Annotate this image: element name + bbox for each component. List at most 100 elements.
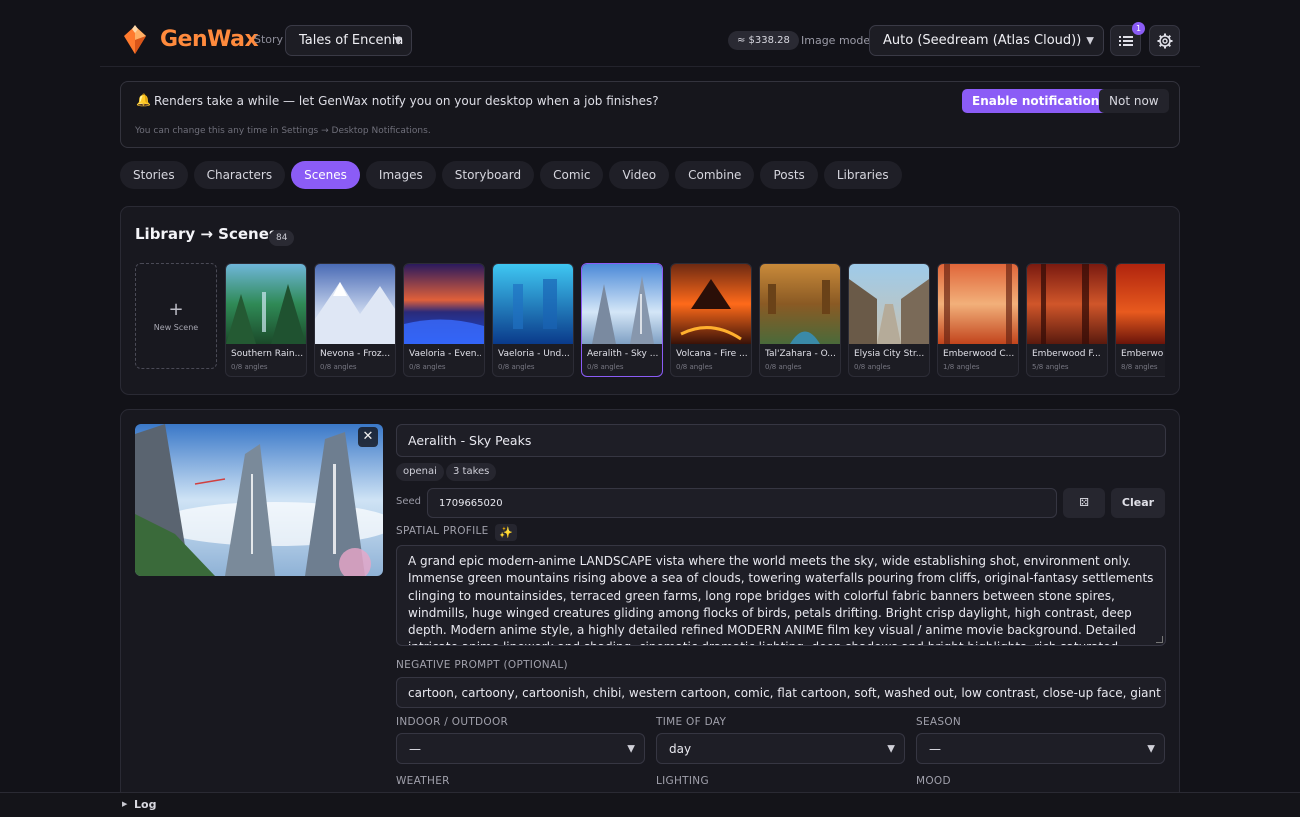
scene-card[interactable]: Vaeloria - Und... 0/8 angles	[492, 263, 574, 377]
main-tabs: Stories Characters Scenes Images Storybo…	[120, 161, 902, 189]
prompt-text: A grand epic modern-anime LANDSCAPE vist…	[408, 554, 1154, 645]
scene-name-input[interactable]: Aeralith - Sky Peaks	[396, 424, 1166, 457]
scene-card[interactable]: Nevona - Froz... 0/8 angles	[314, 263, 396, 377]
indoor-outdoor-select[interactable]: — ▼	[396, 733, 645, 764]
scene-thumbnail-strip: Southern Rain... 0/8 angles Nevona - Fro…	[225, 263, 1165, 379]
enable-notifications-button[interactable]: Enable notifications	[962, 89, 1117, 113]
scene-thumbnail-image	[493, 264, 573, 344]
tab-video[interactable]: Video	[609, 161, 670, 189]
scene-angles: 0/8 angles	[854, 363, 891, 371]
new-scene-button[interactable]: + New Scene	[135, 263, 217, 369]
sparkle-icon[interactable]: ✨	[495, 524, 517, 541]
tab-storyboard[interactable]: Storyboard	[441, 161, 535, 189]
scene-card[interactable]: Emberwo 8/8 angles	[1115, 263, 1165, 377]
image-model-select[interactable]: Auto (Seedream (Atlas Cloud)) ▼	[869, 25, 1104, 56]
season-value: —	[929, 741, 941, 756]
scene-card[interactable]: Volcana - Fire ... 0/8 angles	[670, 263, 752, 377]
settings-button[interactable]	[1149, 25, 1180, 56]
tab-comic[interactable]: Comic	[540, 161, 604, 189]
scene-library-panel: Library → Scenes 84 + New Scene Southern…	[120, 206, 1180, 395]
scene-preview-image	[135, 424, 383, 576]
new-scene-label: New Scene	[153, 322, 199, 332]
scene-angles: 0/8 angles	[587, 363, 624, 371]
takes-chip: 3 takes	[446, 463, 497, 481]
scene-name: Tal'Zahara - O...	[765, 349, 836, 359]
season-select[interactable]: — ▼	[916, 733, 1165, 764]
tab-posts[interactable]: Posts	[760, 161, 818, 189]
negative-prompt-label: NEGATIVE PROMPT (OPTIONAL)	[396, 659, 568, 671]
time-of-day-select[interactable]: day ▼	[656, 733, 905, 764]
scene-name: Volcana - Fire ...	[676, 349, 748, 359]
time-of-day-value: day	[669, 741, 692, 756]
scene-name: Aeralith - Sky ...	[587, 349, 659, 359]
scene-angles: 0/8 angles	[320, 363, 357, 371]
scene-name: Elysia City Str...	[854, 349, 925, 359]
time-of-day-label: TIME OF DAY	[656, 716, 727, 728]
scene-name: Vaeloria - Even...	[409, 349, 481, 359]
log-bar[interactable]: ▶ Log	[0, 792, 1300, 817]
scene-angles: 0/8 angles	[409, 363, 446, 371]
scene-angles: 0/8 angles	[676, 363, 713, 371]
tab-characters[interactable]: Characters	[193, 161, 286, 189]
scene-thumbnail-image	[760, 264, 840, 344]
seed-input[interactable]: 1709665020	[427, 488, 1057, 518]
scene-card[interactable]: Aeralith - Sky ... 0/8 angles	[581, 263, 663, 377]
scene-thumbnail-image	[1027, 264, 1107, 344]
seed-label: Seed	[396, 496, 421, 507]
close-icon[interactable]: ✕	[358, 427, 378, 447]
prompt-textarea[interactable]: A grand epic modern-anime LANDSCAPE vist…	[396, 545, 1166, 646]
not-now-button[interactable]: Not now	[1099, 89, 1169, 113]
top-bar: GenWax Story Tales of Encenia ▼ ≈ $338.2…	[100, 0, 1200, 67]
scene-card[interactable]: Emberwood C... 1/8 angles	[937, 263, 1019, 377]
scene-thumbnail-image	[938, 264, 1018, 344]
scene-card[interactable]: Emberwood F... 5/8 angles	[1026, 263, 1108, 377]
randomize-seed-button[interactable]: ⚄	[1063, 488, 1105, 518]
mood-label: MOOD	[916, 775, 951, 787]
provider-chip: openai	[396, 463, 444, 481]
image-model-label: Image model	[801, 34, 874, 47]
scene-angles: 0/8 angles	[498, 363, 535, 371]
story-select[interactable]: Tales of Encenia ▼	[285, 25, 412, 56]
scene-name: Nevona - Froz...	[320, 349, 391, 359]
app-root: GenWax Story Tales of Encenia ▼ ≈ $338.2…	[100, 0, 1200, 817]
scene-thumbnail-image	[582, 264, 662, 344]
chevron-down-icon: ▼	[627, 743, 635, 754]
chevron-down-icon: ▼	[1086, 35, 1094, 46]
indoor-outdoor-label: INDOOR / OUTDOOR	[396, 716, 509, 728]
gear-icon	[1157, 33, 1172, 48]
scene-card[interactable]: Southern Rain... 0/8 angles	[225, 263, 307, 377]
story-select-value: Tales of Encenia	[299, 33, 404, 48]
plus-icon: +	[168, 298, 184, 320]
scene-count-badge: 84	[269, 230, 295, 246]
negative-prompt-input[interactable]: cartoon, cartoony, cartoonish, chibi, we…	[396, 677, 1166, 708]
scene-thumbnail-image	[315, 264, 395, 344]
scene-name: Emberwo	[1121, 349, 1164, 359]
scene-editor-panel: ✕ Aeralith - Sky Peaks openai 3 takes Se…	[120, 409, 1180, 809]
cost-badge: ≈ $338.28	[728, 31, 799, 50]
scene-angles: 0/8 angles	[765, 363, 802, 371]
scene-card[interactable]: Elysia City Str... 0/8 angles	[848, 263, 930, 377]
resize-handle[interactable]	[1156, 636, 1163, 643]
banner-subtext: You can change this any time in Settings…	[135, 126, 431, 136]
scene-angles: 1/8 angles	[943, 363, 980, 371]
tab-libraries[interactable]: Libraries	[823, 161, 902, 189]
tab-stories[interactable]: Stories	[120, 161, 188, 189]
chevron-down-icon: ▼	[394, 35, 402, 46]
spatial-profile-label: SPATIAL PROFILE	[396, 525, 489, 537]
queue-count-badge: 1	[1132, 22, 1145, 35]
chevron-down-icon: ▼	[1147, 743, 1155, 754]
notification-banner: 🔔 Renders take a while — let GenWax noti…	[120, 81, 1180, 148]
scene-card[interactable]: Vaeloria - Even... 0/8 angles	[403, 263, 485, 377]
scene-angles: 5/8 angles	[1032, 363, 1069, 371]
weather-label: WEATHER	[396, 775, 450, 787]
tab-combine[interactable]: Combine	[675, 161, 755, 189]
tab-images[interactable]: Images	[365, 161, 436, 189]
dice-icon: ⚄	[1079, 496, 1089, 509]
clear-seed-button[interactable]: Clear	[1111, 488, 1165, 518]
scene-name: Vaeloria - Und...	[498, 349, 570, 359]
image-model-value: Auto (Seedream (Atlas Cloud))	[883, 33, 1082, 48]
tab-scenes[interactable]: Scenes	[291, 161, 360, 189]
season-label: SEASON	[916, 716, 962, 728]
scene-card[interactable]: Tal'Zahara - O... 0/8 angles	[759, 263, 841, 377]
lighting-label: LIGHTING	[656, 775, 709, 787]
